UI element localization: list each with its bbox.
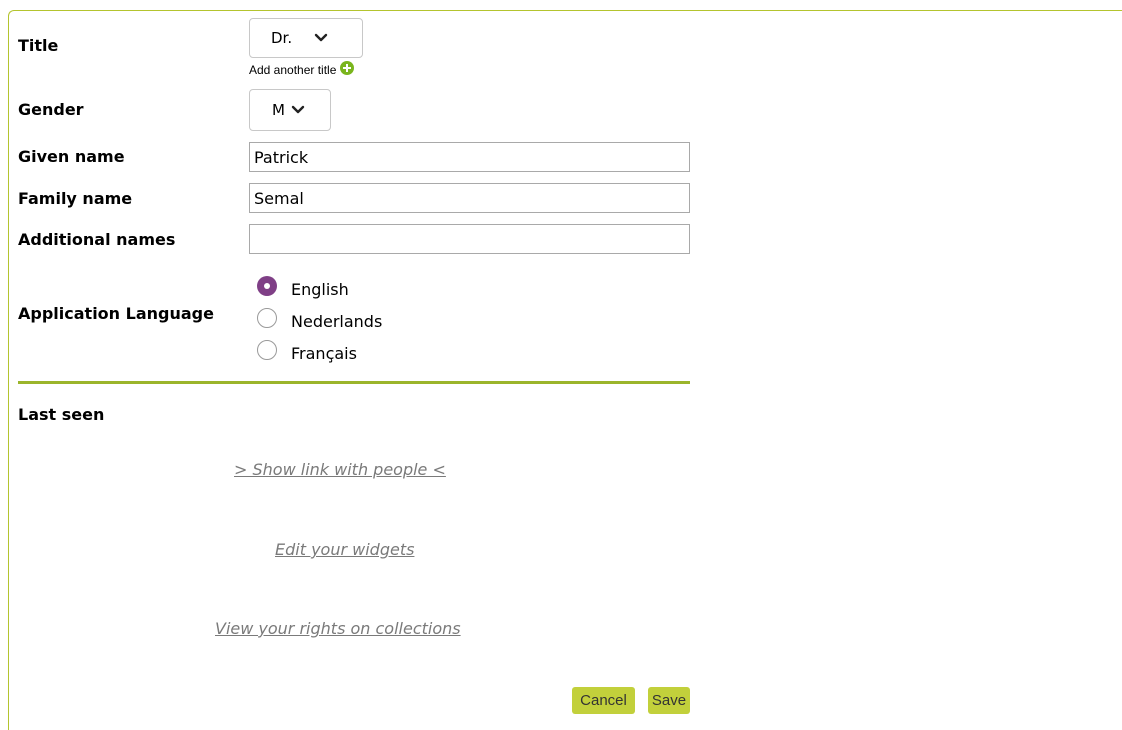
- edit-widgets-link[interactable]: Edit your widgets: [275, 540, 414, 559]
- form-panel: [8, 10, 1122, 730]
- save-button[interactable]: Save: [648, 687, 690, 714]
- radio-english[interactable]: [257, 276, 277, 296]
- title-select-value: Dr.: [271, 29, 293, 47]
- language-option-english[interactable]: English: [257, 276, 349, 299]
- application-language-label: Application Language: [18, 304, 214, 323]
- title-select[interactable]: Dr.: [249, 18, 363, 58]
- family-name-input[interactable]: [249, 183, 690, 213]
- last-seen-label: Last seen: [18, 405, 105, 424]
- family-name-label: Family name: [18, 189, 133, 208]
- language-label-francais: Français: [291, 343, 357, 363]
- language-option-francais[interactable]: Français: [257, 340, 357, 363]
- radio-francais[interactable]: [257, 340, 277, 360]
- title-label: Title: [18, 36, 59, 55]
- given-name-label: Given name: [18, 147, 125, 166]
- add-icon[interactable]: [340, 61, 355, 78]
- language-option-nederlands[interactable]: Nederlands: [257, 308, 383, 331]
- chevron-down-icon: [314, 29, 328, 47]
- additional-names-input[interactable]: [249, 224, 690, 254]
- section-divider: [18, 381, 690, 384]
- gender-label: Gender: [18, 100, 84, 119]
- add-another-title-link[interactable]: Add another title: [249, 61, 355, 78]
- cancel-button[interactable]: Cancel: [572, 687, 635, 714]
- gender-select-value: M: [272, 101, 285, 119]
- given-name-input[interactable]: [249, 142, 690, 172]
- language-label-nederlands: Nederlands: [291, 311, 383, 331]
- show-link-with-people-link[interactable]: > Show link with people <: [234, 460, 446, 479]
- radio-nederlands[interactable]: [257, 308, 277, 328]
- language-label-english: English: [291, 279, 349, 299]
- chevron-down-icon: [291, 101, 305, 119]
- add-another-title-text: Add another title: [249, 62, 337, 77]
- gender-select[interactable]: M: [249, 89, 331, 131]
- additional-names-label: Additional names: [18, 230, 176, 249]
- view-rights-link[interactable]: View your rights on collections: [215, 619, 461, 638]
